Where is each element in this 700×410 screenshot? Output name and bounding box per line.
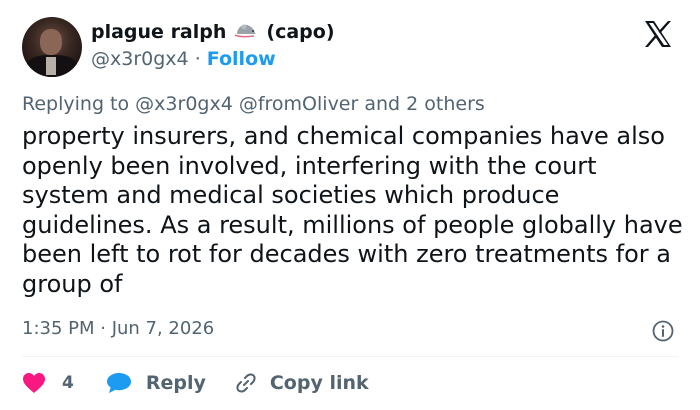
follow-button[interactable]: Follow — [207, 48, 276, 70]
reply-bubble-icon — [106, 373, 131, 393]
avatar[interactable] — [22, 17, 82, 77]
reply-context-others[interactable]: and 2 others — [364, 93, 484, 115]
avatar-shirt — [46, 57, 56, 75]
info-icon[interactable] — [652, 320, 674, 342]
handle-separator: · — [194, 48, 201, 70]
x-logo-icon[interactable] — [643, 20, 673, 48]
author-name-row[interactable]: plague ralph (capo) — [91, 21, 335, 43]
reply-button[interactable]: Reply — [106, 372, 206, 394]
copy-link-button[interactable]: Copy link — [234, 371, 369, 395]
reply-context: Replying to @x3r0gx4 @fromOliver and 2 o… — [22, 93, 485, 115]
author-handle-row: @x3r0gx4 · Follow — [91, 48, 276, 70]
tweet-timestamp[interactable]: 1:35 PM · Jun 7, 2026 — [22, 318, 214, 339]
heart-icon — [23, 373, 45, 393]
rat-icon — [234, 22, 258, 42]
link-icon — [236, 373, 256, 393]
reply-label: Reply — [145, 372, 206, 394]
action-bar: 4 Reply Copy link — [22, 370, 369, 396]
avatar-face — [40, 29, 62, 55]
divider — [22, 356, 678, 357]
like-button[interactable]: 4 — [22, 372, 74, 394]
reply-context-prefix: Replying to — [22, 93, 130, 115]
author-display-name[interactable]: plague ralph — [91, 21, 226, 43]
like-count: 4 — [62, 373, 74, 393]
reply-context-mentions[interactable]: @x3r0gx4 @fromOliver — [135, 93, 358, 115]
copy-link-label: Copy link — [269, 372, 369, 394]
tweet-text: property insurers, and chemical companie… — [22, 122, 683, 298]
author-name-suffix: (capo) — [266, 21, 335, 43]
author-handle[interactable]: @x3r0gx4 — [91, 48, 189, 70]
